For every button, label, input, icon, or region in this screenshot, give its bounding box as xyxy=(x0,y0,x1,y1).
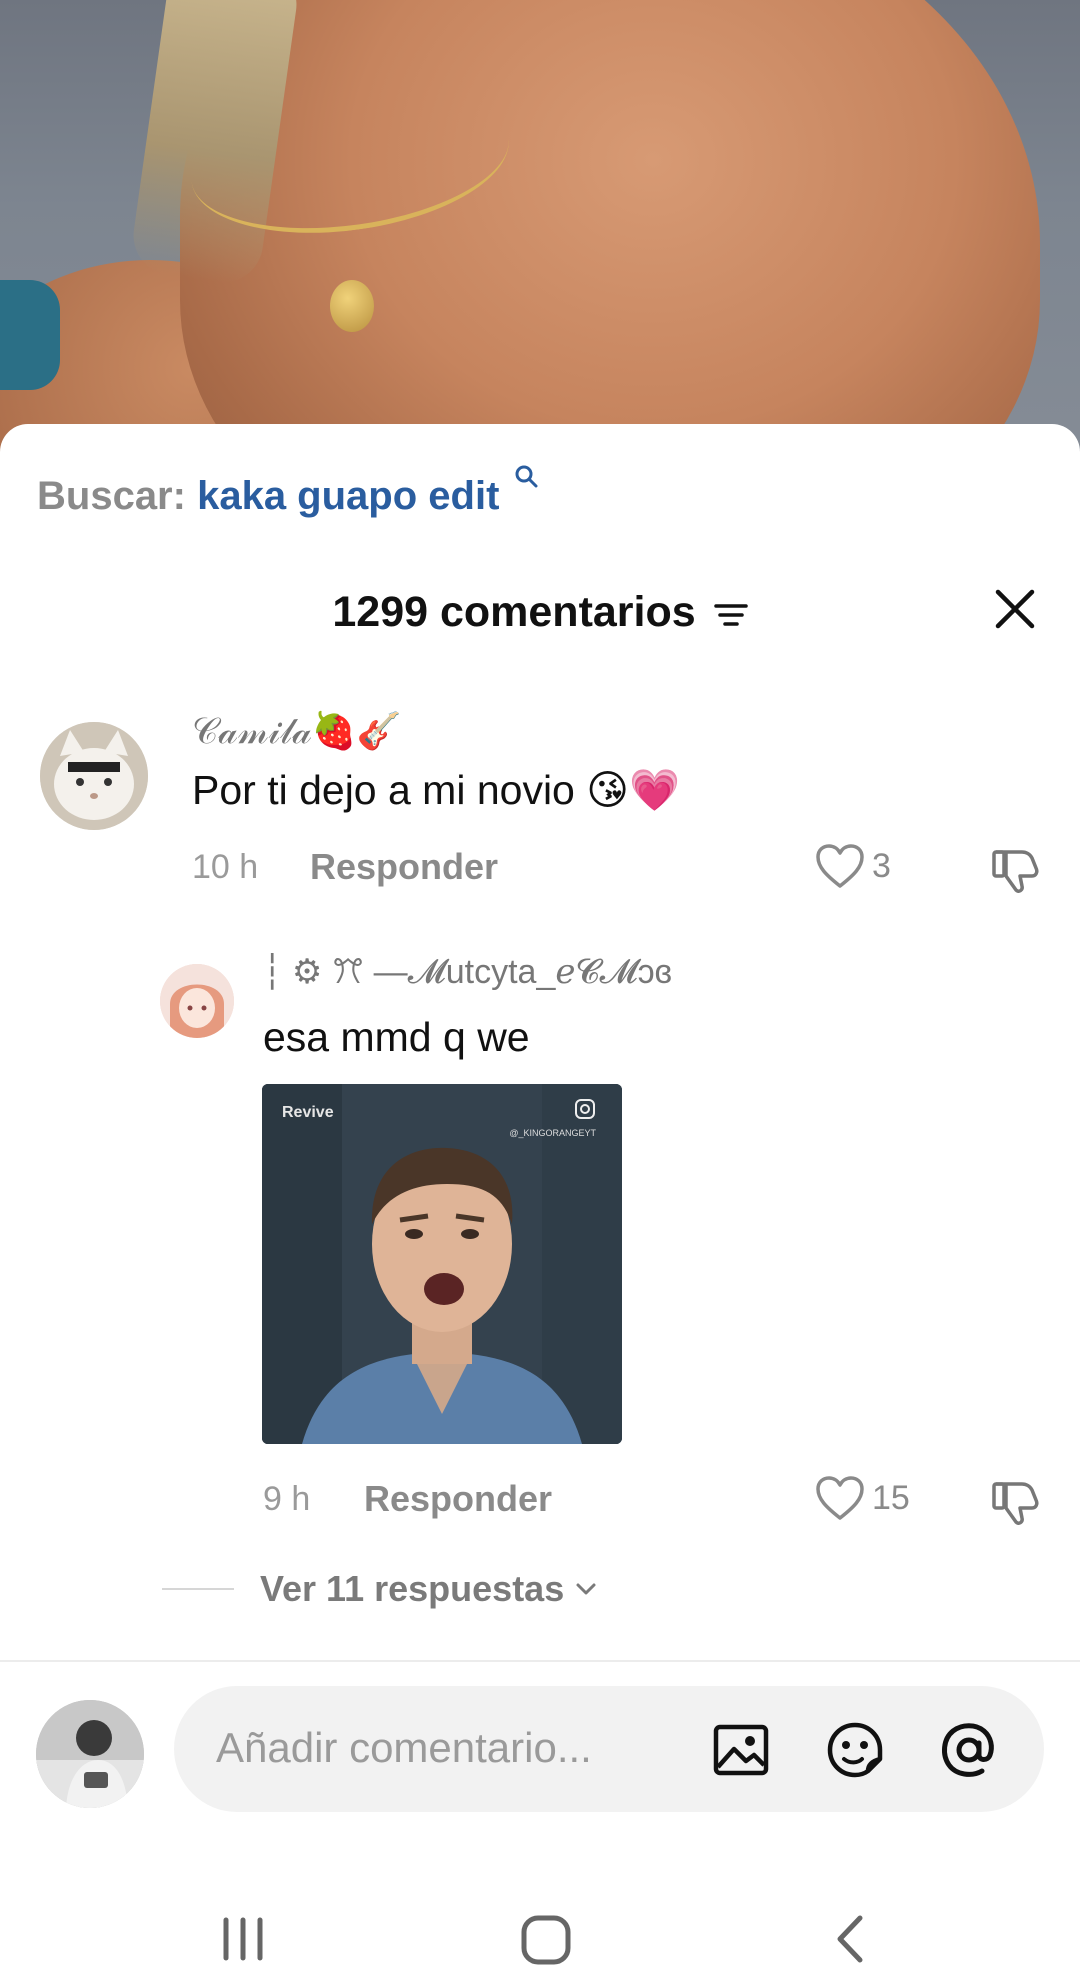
comment-count-row[interactable]: 1299 comentarios xyxy=(0,588,1080,637)
video-pendant xyxy=(330,280,374,332)
system-nav-bar xyxy=(0,1904,1080,1976)
comment-input[interactable]: Añadir comentario... xyxy=(174,1686,1044,1812)
thumbs-down-icon[interactable] xyxy=(988,1474,1042,1528)
close-icon[interactable] xyxy=(990,584,1040,634)
gif-handle-label: @_KINGORANGEYT xyxy=(509,1128,596,1138)
like-button[interactable]: 15 xyxy=(814,1474,910,1522)
gif-attachment[interactable]: Revive @_KINGORANGEYT xyxy=(262,1084,622,1444)
video-blue-object xyxy=(0,280,60,390)
emoji-icon[interactable] xyxy=(824,1719,886,1781)
heart-icon xyxy=(816,1476,864,1520)
reply-button[interactable]: Responder xyxy=(364,1478,552,1520)
recent-apps-icon[interactable] xyxy=(218,1914,268,1964)
search-prefix: Buscar: xyxy=(37,474,186,518)
video-background[interactable] xyxy=(0,0,1080,460)
comment-time: 10 h xyxy=(192,848,259,886)
image-icon[interactable] xyxy=(710,1719,772,1781)
comment-input-placeholder: Añadir comentario... xyxy=(216,1724,592,1771)
like-button[interactable]: 3 xyxy=(814,842,891,890)
back-icon[interactable] xyxy=(826,1914,876,1964)
chevron-down-icon xyxy=(576,1583,596,1595)
comment-text: esa mmd q we xyxy=(263,1014,530,1060)
thumbs-down-icon[interactable] xyxy=(988,842,1042,896)
filter-icon[interactable] xyxy=(713,600,748,630)
search-suggestion[interactable]: Buscar: kaka guapo edit xyxy=(37,465,538,519)
search-query-link[interactable]: kaka guapo edit xyxy=(197,474,499,518)
like-count: 3 xyxy=(872,846,891,885)
at-icon[interactable] xyxy=(938,1719,1000,1781)
view-replies-label: Ver 11 respuestas xyxy=(260,1568,565,1609)
comments-header: 1299 comentarios xyxy=(0,584,1080,644)
home-icon[interactable] xyxy=(520,1914,572,1966)
current-user-avatar[interactable] xyxy=(36,1700,144,1808)
comment-text: Por ti dejo a mi novio 😘💗 xyxy=(192,767,681,813)
comments-sheet: Buscar: kaka guapo edit 1299 comentarios xyxy=(0,424,1080,1976)
anime-avatar-icon xyxy=(160,964,234,1038)
heart-icon xyxy=(816,844,864,888)
gif-image xyxy=(262,1084,622,1444)
comment-count: 1299 comentarios xyxy=(332,588,696,636)
search-icon xyxy=(515,465,538,488)
cat-avatar-icon xyxy=(40,722,148,830)
gif-brand-label: Revive xyxy=(282,1104,334,1121)
replies-divider-line xyxy=(162,1588,234,1590)
comment-time: 9 h xyxy=(263,1480,311,1518)
user-photo-icon xyxy=(36,1700,144,1808)
reply-button[interactable]: Responder xyxy=(310,846,498,888)
view-replies-button[interactable]: Ver 11 respuestas xyxy=(162,1568,600,1610)
like-count: 15 xyxy=(872,1478,910,1517)
composer-divider xyxy=(0,1660,1080,1662)
instagram-icon xyxy=(575,1099,595,1119)
avatar[interactable] xyxy=(40,722,148,830)
comment-username[interactable]: 𝒞𝒶𝓂𝒾𝓁𝒶🍓🎸 xyxy=(192,710,402,753)
avatar[interactable] xyxy=(160,964,234,1038)
comment-username[interactable]: ┆ ⚙︎ ꔫ —𝓜utcyta_ℯ𝓒𝓜ɔɞ xyxy=(262,952,672,992)
